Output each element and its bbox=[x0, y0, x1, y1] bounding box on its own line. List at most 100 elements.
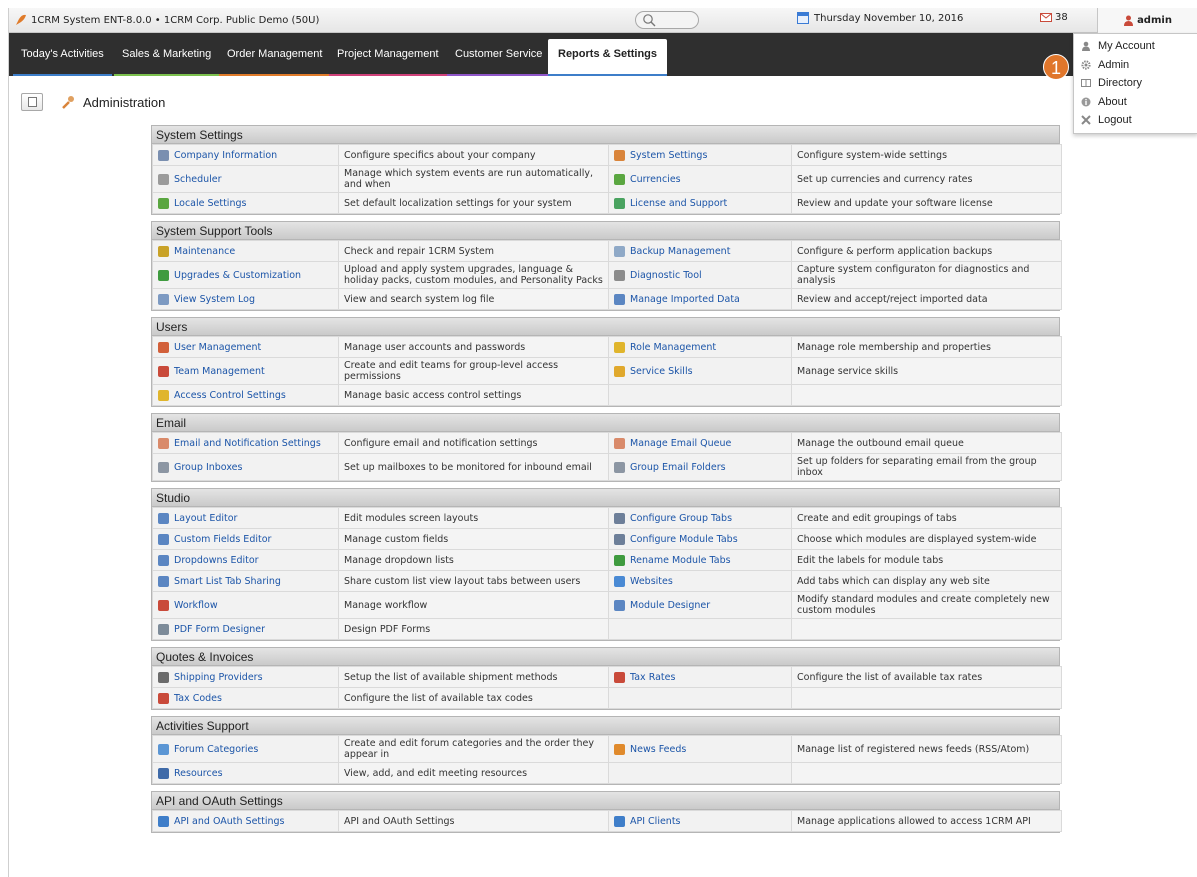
link-rename-module-tabs[interactable]: Rename Module Tabs bbox=[608, 549, 792, 571]
link-api-clients[interactable]: API Clients bbox=[608, 810, 792, 832]
logout-icon bbox=[1081, 115, 1091, 125]
link-custom-fields-editor[interactable]: Custom Fields Editor bbox=[152, 528, 339, 550]
tab-todays-activities[interactable]: Today's Activities bbox=[13, 33, 112, 76]
link-access-control-settings[interactable]: Access Control Settings bbox=[152, 384, 339, 406]
link-diagnostic-tool[interactable]: Diagnostic Tool bbox=[608, 261, 792, 289]
workflow-icon bbox=[158, 599, 169, 611]
link-label: System Settings bbox=[630, 149, 708, 161]
link-content: Group Inboxes bbox=[158, 461, 333, 473]
link-content: Module Designer bbox=[614, 599, 786, 611]
setting-description: Manage role membership and properties bbox=[791, 336, 1062, 358]
setting-description: Share custom list view layout tabs betwe… bbox=[338, 570, 609, 592]
search-input[interactable] bbox=[635, 11, 699, 29]
service-skills-icon bbox=[614, 365, 625, 377]
current-date[interactable]: Thursday November 10, 2016 bbox=[797, 12, 963, 24]
link-pdf-form-designer[interactable]: PDF Form Designer bbox=[152, 618, 339, 640]
link-manage-imported-data[interactable]: Manage Imported Data bbox=[608, 288, 792, 310]
link-license-and-support[interactable]: License and Support bbox=[608, 192, 792, 214]
document-button[interactable] bbox=[21, 93, 43, 111]
link-configure-group-tabs[interactable]: Configure Group Tabs bbox=[608, 507, 792, 529]
link-label: Configure Group Tabs bbox=[630, 512, 733, 524]
link-content: Forum Categories bbox=[158, 743, 333, 755]
setting-description: Manage basic access control settings bbox=[338, 384, 609, 406]
link-role-management[interactable]: Role Management bbox=[608, 336, 792, 358]
tab-customer-service[interactable]: Customer Service bbox=[446, 33, 551, 76]
link-shipping-providers[interactable]: Shipping Providers bbox=[152, 666, 339, 688]
link-scheduler[interactable]: Scheduler bbox=[152, 165, 339, 193]
setting-description: Set up mailboxes to be monitored for inb… bbox=[338, 453, 609, 481]
link-locale-settings[interactable]: Locale Settings bbox=[152, 192, 339, 214]
tab-sales-marketing[interactable]: Sales & Marketing bbox=[113, 33, 220, 76]
link-content: View System Log bbox=[158, 293, 333, 305]
mail-indicator[interactable]: 38 bbox=[1040, 12, 1068, 23]
link-group-inboxes[interactable]: Group Inboxes bbox=[152, 453, 339, 481]
link-module-designer[interactable]: Module Designer bbox=[608, 591, 792, 619]
link-view-system-log[interactable]: View System Log bbox=[152, 288, 339, 310]
access-control-settings-icon bbox=[158, 389, 169, 401]
link-content: System Settings bbox=[614, 149, 786, 161]
link-forum-categories[interactable]: Forum Categories bbox=[152, 735, 339, 763]
empty-cell bbox=[608, 384, 792, 406]
license-and-support-icon bbox=[614, 197, 625, 209]
link-tax-codes[interactable]: Tax Codes bbox=[152, 687, 339, 709]
maintenance-icon bbox=[158, 245, 169, 257]
directory-icon bbox=[1081, 79, 1091, 88]
settings-table: Maintenance Check and repair 1CRM System B… bbox=[152, 240, 1062, 310]
news-feeds-icon bbox=[614, 743, 625, 755]
settings-table: Company Information Configure specifics a… bbox=[152, 144, 1062, 214]
settings-table: Layout Editor Edit modules screen layouts… bbox=[152, 507, 1062, 640]
link-label: Currencies bbox=[630, 173, 681, 185]
link-label: Service Skills bbox=[630, 365, 693, 377]
top-status-bar: 1CRM System ENT-8.0.0 • 1CRM Corp. Publi… bbox=[9, 8, 1197, 33]
link-resources[interactable]: Resources bbox=[152, 762, 339, 784]
tab-project-management[interactable]: Project Management bbox=[329, 33, 446, 76]
section-title: System Support Tools bbox=[152, 222, 1059, 240]
link-news-feeds[interactable]: News Feeds bbox=[608, 735, 792, 763]
link-group-email-folders[interactable]: Group Email Folders bbox=[608, 453, 792, 481]
link-email-and-notification-settings[interactable]: Email and Notification Settings bbox=[152, 432, 339, 454]
table-row: Workflow Manage workflow Module Designer Mo… bbox=[152, 591, 1062, 619]
link-maintenance[interactable]: Maintenance bbox=[152, 240, 339, 262]
section-title: Studio bbox=[152, 489, 1059, 507]
link-manage-email-queue[interactable]: Manage Email Queue bbox=[608, 432, 792, 454]
menu-item-logout[interactable]: Logout bbox=[1074, 111, 1197, 130]
empty-cell bbox=[608, 618, 792, 640]
link-content: Shipping Providers bbox=[158, 671, 333, 683]
link-tax-rates[interactable]: Tax Rates bbox=[608, 666, 792, 688]
section-studio: Studio Layout Editor Edit modules screen l… bbox=[151, 488, 1062, 641]
setting-description: Review and accept/reject imported data bbox=[791, 288, 1062, 310]
link-smart-list-tab-sharing[interactable]: Smart List Tab Sharing bbox=[152, 570, 339, 592]
table-row: API and OAuth Settings API and OAuth Sett… bbox=[152, 810, 1062, 832]
link-currencies[interactable]: Currencies bbox=[608, 165, 792, 193]
link-system-settings[interactable]: System Settings bbox=[608, 144, 792, 166]
link-configure-module-tabs[interactable]: Configure Module Tabs bbox=[608, 528, 792, 550]
setting-description: Add tabs which can display any web site bbox=[791, 570, 1062, 592]
user-menu-button[interactable]: admin bbox=[1097, 8, 1197, 33]
link-workflow[interactable]: Workflow bbox=[152, 591, 339, 619]
menu-item-about[interactable]: About bbox=[1074, 93, 1197, 112]
menu-item-directory[interactable]: Directory bbox=[1074, 74, 1197, 93]
link-content: Dropdowns Editor bbox=[158, 554, 333, 566]
link-dropdowns-editor[interactable]: Dropdowns Editor bbox=[152, 549, 339, 571]
link-company-information[interactable]: Company Information bbox=[152, 144, 339, 166]
link-service-skills[interactable]: Service Skills bbox=[608, 357, 792, 385]
menu-item-my-account[interactable]: My Account bbox=[1074, 37, 1197, 56]
link-websites[interactable]: Websites bbox=[608, 570, 792, 592]
link-label: Upgrades & Customization bbox=[174, 269, 302, 281]
settings-table: User Management Manage user accounts and … bbox=[152, 336, 1062, 406]
menu-item-admin[interactable]: Admin bbox=[1074, 56, 1197, 75]
link-team-management[interactable]: Team Management bbox=[152, 357, 339, 385]
table-row: Custom Fields Editor Manage custom fields… bbox=[152, 528, 1062, 550]
tab-reports-settings[interactable]: Reports & Settings bbox=[548, 39, 668, 76]
link-api-and-oauth-settings[interactable]: API and OAuth Settings bbox=[152, 810, 339, 832]
link-layout-editor[interactable]: Layout Editor bbox=[152, 507, 339, 529]
link-user-management[interactable]: User Management bbox=[152, 336, 339, 358]
scheduler-icon bbox=[158, 173, 169, 185]
tab-order-management[interactable]: Order Management bbox=[218, 33, 331, 76]
document-icon bbox=[27, 97, 37, 107]
admin-sections: System Settings Company Information Config… bbox=[151, 125, 1062, 839]
link-upgrades-and-customization[interactable]: Upgrades & Customization bbox=[152, 261, 339, 289]
setting-description: Create and edit teams for group-level ac… bbox=[338, 357, 609, 385]
link-backup-management[interactable]: Backup Management bbox=[608, 240, 792, 262]
dropdowns-editor-icon bbox=[158, 554, 169, 566]
